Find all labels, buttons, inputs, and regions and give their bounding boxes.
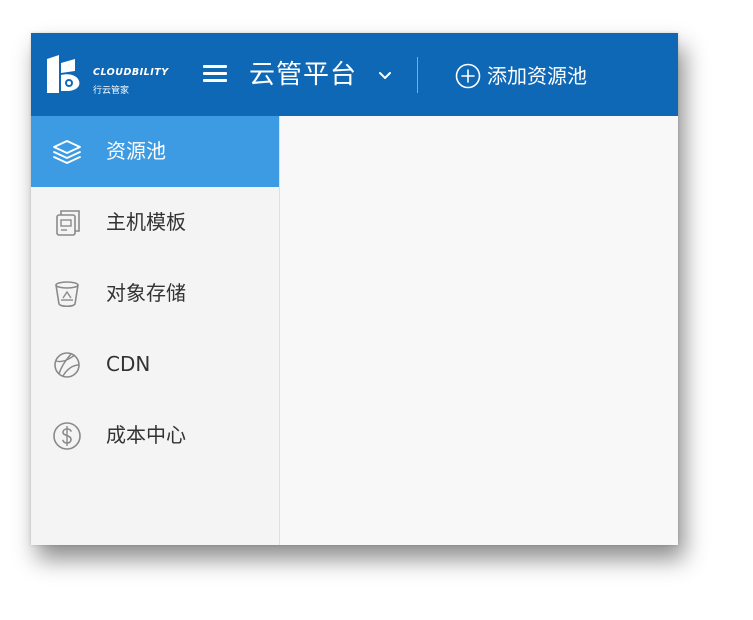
sidebar-item-label: 主机模板: [106, 210, 186, 234]
sidebar-item-object-storage[interactable]: 对象存储: [31, 258, 279, 329]
sidebar-item-label: 成本中心: [106, 423, 186, 447]
brand-name: CLOUDBILITY: [93, 67, 169, 78]
cloudbility-logo-icon: [47, 55, 80, 93]
menu-bar: [203, 79, 227, 82]
platform-title[interactable]: 云管平台: [249, 59, 357, 91]
host-template-icon: [56, 210, 80, 236]
sidebar: 资源池 主机模板 对象存储 CDN 成本中心: [31, 116, 280, 545]
sidebar-item-cost-center[interactable]: 成本中心: [31, 400, 279, 471]
sidebar-item-cdn[interactable]: CDN: [31, 329, 279, 400]
sidebar-item-label: 对象存储: [106, 281, 186, 305]
dollar-icon: [53, 422, 81, 450]
app-window: CLOUDBILITY 行云管家 云管平台 添加资源池 资源池 主机模板 对象存…: [31, 33, 678, 545]
sidebar-item-label: 资源池: [106, 139, 166, 163]
main-content-area: [280, 116, 678, 545]
top-header: CLOUDBILITY 行云管家 云管平台 添加资源池: [31, 33, 678, 116]
add-circle-icon: [455, 63, 481, 89]
menu-bar: [203, 72, 227, 75]
sidebar-item-label: CDN: [106, 352, 151, 376]
bucket-icon: [55, 281, 79, 308]
menu-toggle-button[interactable]: [203, 65, 227, 83]
header-divider: [417, 57, 418, 93]
menu-bar: [203, 65, 227, 68]
add-resource-pool-label: 添加资源池: [487, 64, 587, 88]
chevron-down-icon[interactable]: [378, 69, 392, 81]
sidebar-item-host-template[interactable]: 主机模板: [31, 187, 279, 258]
globe-icon: [54, 352, 80, 378]
layers-icon: [53, 140, 81, 164]
sidebar-item-resource-pool[interactable]: 资源池: [31, 116, 279, 187]
brand-subtitle: 行云管家: [93, 86, 130, 96]
